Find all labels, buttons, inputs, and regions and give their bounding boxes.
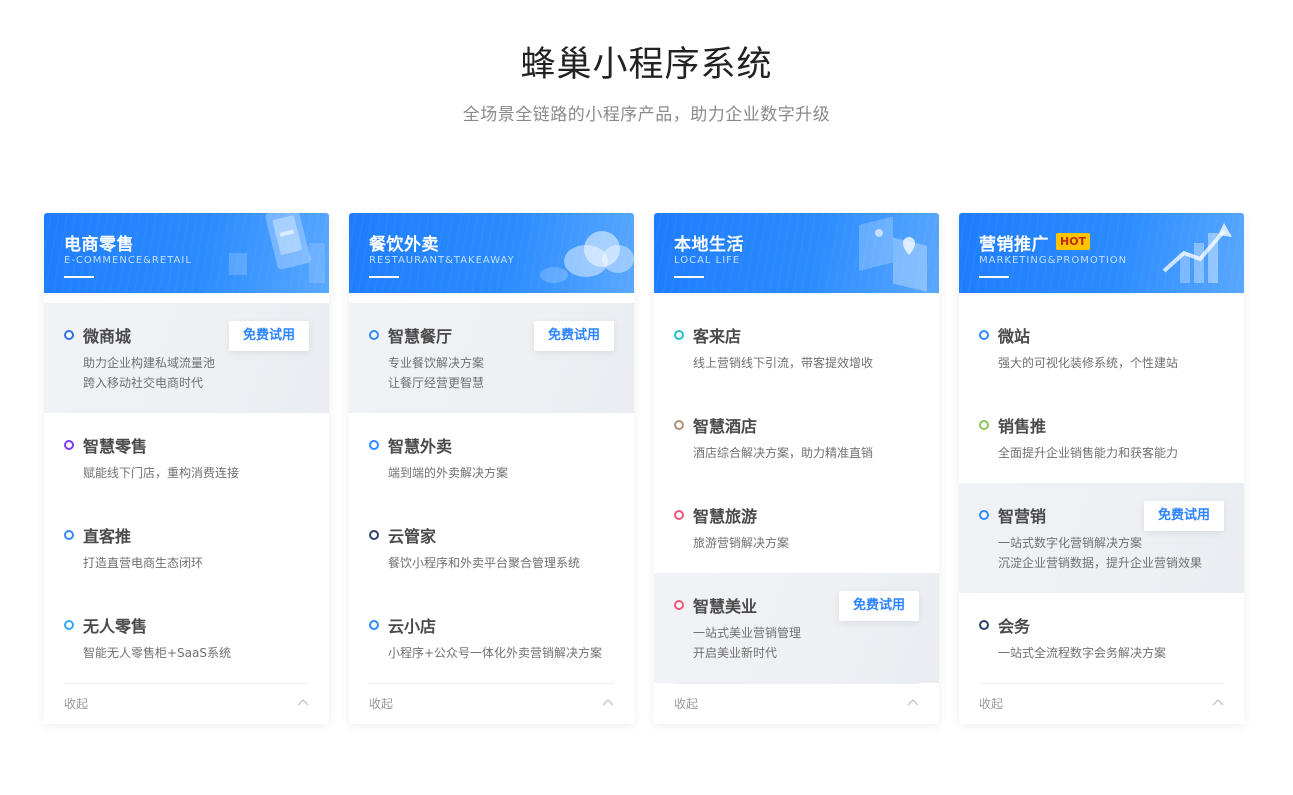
item-desc: 一站式数字化营销解决方案 沉淀企业营销数据，提升企业营销效果 <box>998 536 1203 570</box>
growth-chart-illustration-icon <box>1162 223 1232 283</box>
item-name: 智营销 <box>998 507 1047 526</box>
location-illustration-icon <box>859 216 927 292</box>
item-name: 智慧酒店 <box>693 417 758 436</box>
bullet-dot-icon <box>64 620 74 630</box>
card-subtitle: E-COMMENCE&RETAIL <box>64 255 192 266</box>
item-desc: 强大的可视化装修系统，个性建站 <box>998 356 1179 370</box>
bullet-dot-icon <box>369 440 379 450</box>
list-item-unmanned-retail[interactable]: 无人零售 智能无人零售柜+SaaS系统 <box>44 593 329 703</box>
item-name: 云小店 <box>388 617 437 636</box>
item-name: 直客推 <box>83 527 132 546</box>
hot-badge: HOT <box>1056 233 1091 250</box>
title-underline <box>674 276 704 278</box>
item-desc: 全面提升企业销售能力和获客能力 <box>998 446 1179 460</box>
divider <box>369 683 614 684</box>
item-name: 微商城 <box>83 327 132 346</box>
list-item-cloud-shop[interactable]: 云小店 小程序+公众号一体化外卖营销解决方案 <box>349 593 634 703</box>
item-name: 云管家 <box>388 527 437 546</box>
item-name: 智慧美业 <box>693 597 758 616</box>
card-header: 餐饮外卖 RESTAURANT&TAKEAWAY <box>349 213 634 293</box>
free-trial-button[interactable]: 免费试用 <box>1144 501 1224 531</box>
card-restaurant-takeaway: 餐饮外卖 RESTAURANT&TAKEAWAY 智慧餐厅 专业餐饮解决方案 让… <box>349 213 634 724</box>
item-desc: 线上营销线下引流，带客提效增收 <box>693 356 874 370</box>
list-item-wei-shang-cheng[interactable]: 微商城 助力企业构建私域流量池 跨入移动社交电商时代 免费试用 <box>44 303 329 413</box>
page-title: 蜂巢小程序系统 <box>520 45 773 85</box>
product-cards: 电商零售 E-COMMENCE&RETAIL 微商城 助力企业构建私域流量池 跨… <box>44 213 1244 724</box>
bullet-dot-icon <box>369 620 379 630</box>
card-subtitle: LOCAL LIFE <box>674 255 741 266</box>
card-local-life: 本地生活 LOCAL LIFE 客来店 线上营销线下引流，带客提效增收 智慧酒店… <box>654 213 939 724</box>
chevron-up-icon[interactable] <box>297 697 309 707</box>
bullet-dot-icon <box>674 330 684 340</box>
collapse-button[interactable]: 收起 <box>64 695 88 712</box>
item-name: 智慧外卖 <box>388 437 453 456</box>
bullet-dot-icon <box>64 530 74 540</box>
item-desc: 酒店综合解决方案，助力精准直销 <box>693 446 874 460</box>
card-header: 本地生活 LOCAL LIFE <box>654 213 939 293</box>
list-item-conference[interactable]: 会务 一站式全流程数字会务解决方案 <box>959 593 1244 703</box>
card-title: 本地生活 <box>674 235 744 255</box>
divider <box>64 683 309 684</box>
item-desc: 小程序+公众号一体化外卖营销解决方案 <box>388 646 603 660</box>
bullet-dot-icon <box>64 440 74 450</box>
list-item-smart-marketing[interactable]: 智营销 一站式数字化营销解决方案 沉淀企业营销数据，提升企业营销效果 免费试用 <box>959 483 1244 593</box>
bullet-dot-icon <box>979 330 989 340</box>
item-desc: 一站式美业营销管理 开启美业新时代 <box>693 626 802 660</box>
card-title: 营销推广 <box>979 235 1049 255</box>
chevron-up-icon[interactable] <box>1212 697 1224 707</box>
item-desc: 打造直营电商生态闭环 <box>83 556 204 570</box>
chevron-up-icon[interactable] <box>602 697 614 707</box>
card-title: 电商零售 <box>64 235 134 255</box>
card-subtitle: MARKETING&PROMOTION <box>979 255 1128 266</box>
bullet-dot-icon <box>674 420 684 430</box>
free-trial-button[interactable]: 免费试用 <box>534 321 614 351</box>
item-name: 微站 <box>998 327 1031 346</box>
item-name: 智慧餐厅 <box>388 327 453 346</box>
bullet-dot-icon <box>64 330 74 340</box>
divider <box>979 683 1224 684</box>
item-desc: 餐饮小程序和外卖平台聚合管理系统 <box>388 556 581 570</box>
item-desc: 助力企业构建私域流量池 跨入移动社交电商时代 <box>83 356 216 390</box>
bullet-dot-icon <box>979 620 989 630</box>
collapse-button[interactable]: 收起 <box>979 695 1003 712</box>
list-item-smart-restaurant[interactable]: 智慧餐厅 专业餐饮解决方案 让餐厅经营更智慧 免费试用 <box>349 303 634 413</box>
free-trial-button[interactable]: 免费试用 <box>839 591 919 621</box>
item-name: 智慧零售 <box>83 437 148 456</box>
item-name: 客来店 <box>693 327 742 346</box>
item-name: 无人零售 <box>83 617 148 636</box>
card-title: 餐饮外卖 <box>369 235 439 255</box>
item-desc: 旅游营销解决方案 <box>693 536 790 550</box>
card-subtitle: RESTAURANT&TAKEAWAY <box>369 255 515 266</box>
bullet-dot-icon <box>674 510 684 520</box>
title-underline <box>979 276 1009 278</box>
item-desc: 赋能线下门店，重构消费连接 <box>83 466 240 480</box>
free-trial-button[interactable]: 免费试用 <box>229 321 309 351</box>
title-underline <box>369 276 399 278</box>
item-desc: 一站式全流程数字会务解决方案 <box>998 646 1167 660</box>
phone-illustration-icon <box>229 213 325 283</box>
divider <box>674 683 919 684</box>
list-item-smart-beauty[interactable]: 智慧美业 一站式美业营销管理 开启美业新时代 免费试用 <box>654 573 939 683</box>
item-name: 智慧旅游 <box>693 507 758 526</box>
bullet-dot-icon <box>369 330 379 340</box>
bullet-dot-icon <box>674 600 684 610</box>
bullet-dot-icon <box>979 420 989 430</box>
collapse-button[interactable]: 收起 <box>674 695 698 712</box>
item-desc: 专业餐饮解决方案 让餐厅经营更智慧 <box>388 356 485 390</box>
item-desc: 端到端的外卖解决方案 <box>388 466 509 480</box>
item-name: 销售推 <box>998 417 1047 436</box>
card-header: 营销推广 HOT MARKETING&PROMOTION <box>959 213 1244 293</box>
title-underline <box>64 276 94 278</box>
bullet-dot-icon <box>979 510 989 520</box>
bullet-dot-icon <box>369 530 379 540</box>
card-ecommerce-retail: 电商零售 E-COMMENCE&RETAIL 微商城 助力企业构建私域流量池 跨… <box>44 213 329 724</box>
cloud-illustration-icon <box>540 231 634 283</box>
collapse-button[interactable]: 收起 <box>369 695 393 712</box>
card-marketing-promotion: 营销推广 HOT MARKETING&PROMOTION 微站 强大的可视化装修… <box>959 213 1244 724</box>
chevron-up-icon[interactable] <box>907 697 919 707</box>
page-subtitle: 全场景全链路的小程序产品，助力企业数字升级 <box>462 105 831 125</box>
item-desc: 智能无人零售柜+SaaS系统 <box>83 646 231 660</box>
card-header: 电商零售 E-COMMENCE&RETAIL <box>44 213 329 293</box>
item-name: 会务 <box>998 617 1031 636</box>
